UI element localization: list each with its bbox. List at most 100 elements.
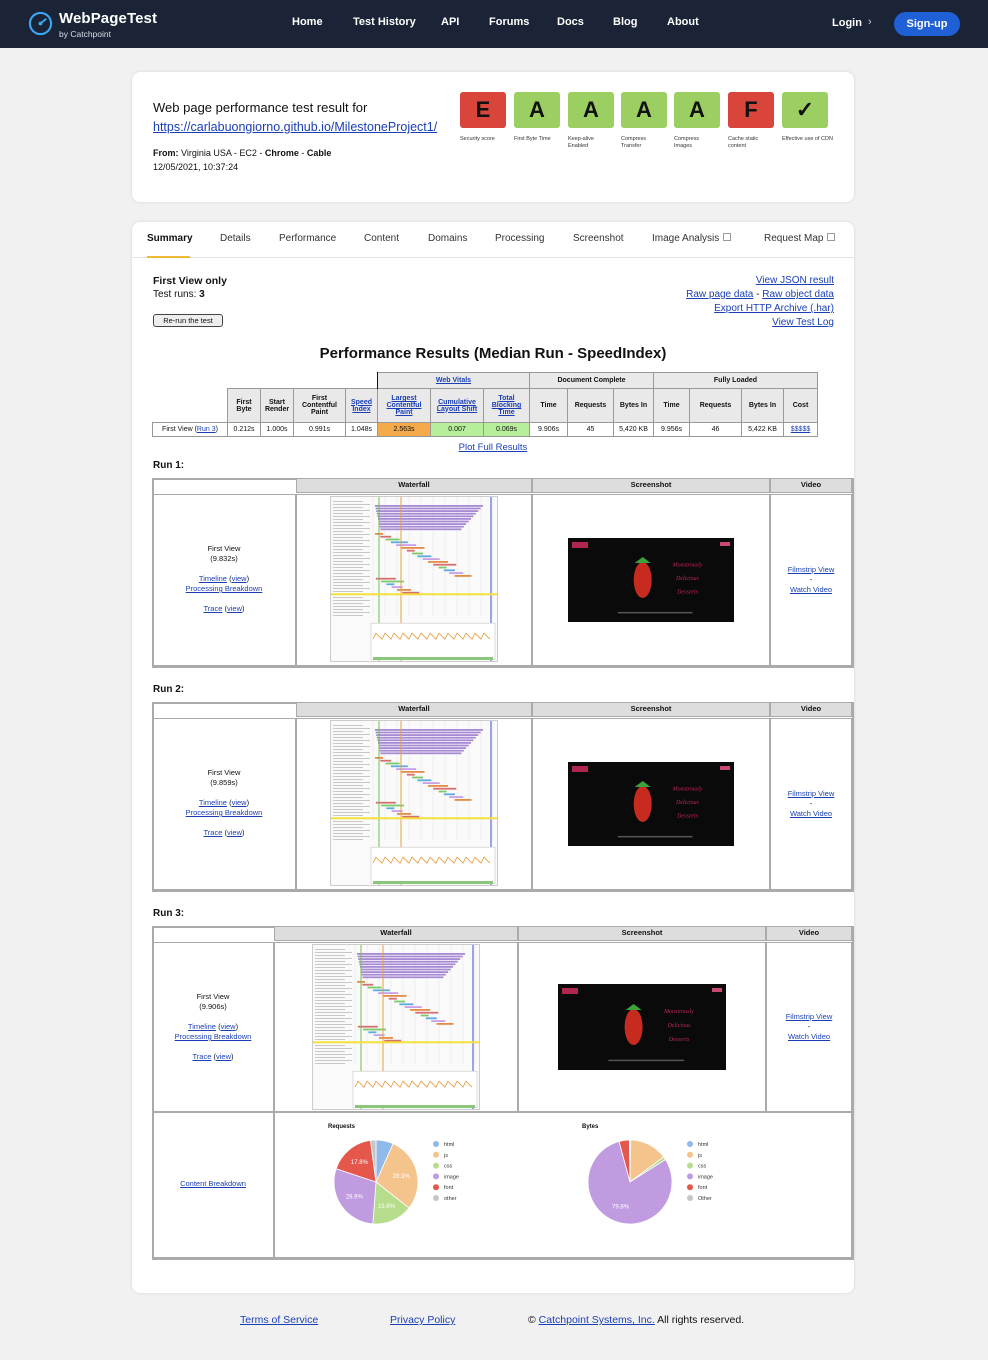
- tab-performance[interactable]: Performance: [279, 233, 336, 244]
- cost-link[interactable]: $$$$$: [791, 426, 810, 433]
- tab-image-analysis[interactable]: Image Analysis: [652, 233, 732, 244]
- screenshot-header: Screenshot: [532, 702, 770, 717]
- grade-cache-static[interactable]: F: [728, 92, 774, 128]
- waterfall-thumbnail[interactable]: [330, 720, 498, 886]
- tested-url-link[interactable]: https://carlabuongiorno.github.io/Milest…: [153, 120, 437, 134]
- tab-screenshot[interactable]: Screenshot: [573, 233, 624, 244]
- waterfall-bar: [361, 973, 446, 976]
- tab-details[interactable]: Details: [220, 233, 251, 244]
- waterfall-thumbnail[interactable]: [330, 496, 498, 662]
- tbt-link[interactable]: Total Blocking Time: [492, 395, 522, 416]
- waterfall-url-line: [315, 988, 352, 989]
- brand-name[interactable]: WebPageTest: [59, 10, 157, 27]
- col-cls: Cumulative Layout Shift: [430, 388, 484, 423]
- timeline-link[interactable]: Timeline: [199, 574, 227, 583]
- nav-forums[interactable]: Forums: [489, 16, 529, 28]
- waterfall-bar: [412, 776, 424, 779]
- watch-video-link[interactable]: Watch Video: [790, 585, 832, 594]
- tab-domains[interactable]: Domains: [428, 233, 467, 244]
- export-har-link[interactable]: Export HTTP Archive (.har): [714, 303, 834, 314]
- cls-link[interactable]: Cumulative Layout Shift: [437, 399, 477, 413]
- screenshot-thumbnail[interactable]: Monstrously Delicious Desserts: [568, 762, 734, 846]
- waterfall-url-line: [315, 1021, 345, 1022]
- trace-link[interactable]: Trace: [203, 604, 222, 613]
- tab-request-map[interactable]: Request Map: [764, 233, 836, 244]
- processing-breakdown-link[interactable]: Processing Breakdown: [175, 1032, 252, 1041]
- watch-video-link[interactable]: Watch Video: [788, 1032, 830, 1041]
- waterfall-url-line: [333, 615, 363, 616]
- grade-security[interactable]: E: [460, 92, 506, 128]
- grade-keep-alive[interactable]: A: [568, 92, 614, 128]
- grade-cdn[interactable]: ✓: [782, 92, 828, 128]
- login-link[interactable]: Login: [832, 17, 862, 29]
- nav-docs[interactable]: Docs: [557, 16, 584, 28]
- grade-first-byte[interactable]: A: [514, 92, 560, 128]
- val-first-byte: 0.212s: [227, 422, 261, 437]
- trace-link[interactable]: Trace: [192, 1052, 211, 1061]
- empty-cell: [228, 373, 261, 389]
- waterfall-url-line: [333, 546, 370, 547]
- row-label: First View (Run 3): [152, 422, 228, 437]
- grade-compress-transfer[interactable]: A: [621, 92, 667, 128]
- waterfall-graph-box: [370, 622, 496, 660]
- waterfall-thumbnail[interactable]: [312, 944, 480, 1110]
- strawberry-image: [633, 562, 652, 598]
- tab-content[interactable]: Content: [364, 233, 399, 244]
- speed-index-link[interactable]: Speed Index: [351, 399, 372, 413]
- waterfall-url-line: [315, 1033, 345, 1034]
- run-3-link[interactable]: Run 3: [197, 426, 216, 433]
- raw-object-data-link[interactable]: Raw object data: [762, 289, 834, 300]
- trace-view-link[interactable]: view: [227, 828, 242, 837]
- watch-video-link[interactable]: Watch Video: [790, 809, 832, 818]
- filmstrip-view-link[interactable]: Filmstrip View: [786, 1012, 833, 1021]
- signup-button[interactable]: Sign-up: [894, 12, 960, 36]
- tab-processing[interactable]: Processing: [495, 233, 544, 244]
- nav-blog[interactable]: Blog: [613, 16, 637, 28]
- result-header-card: Web page performance test result for htt…: [132, 72, 854, 202]
- nav-test-history[interactable]: Test History: [353, 16, 416, 28]
- trace-link[interactable]: Trace: [203, 828, 222, 837]
- trace-view-link[interactable]: view: [216, 1052, 231, 1061]
- lcp-link[interactable]: Largest Contentful Paint: [387, 395, 422, 416]
- timeline-view-link[interactable]: view: [221, 1022, 236, 1031]
- page-screenshot: Monstrously Delicious Desserts: [558, 984, 726, 1070]
- timeline-link[interactable]: Timeline: [199, 798, 227, 807]
- processing-breakdown-link[interactable]: Processing Breakdown: [186, 584, 263, 593]
- timeline-view-link[interactable]: view: [232, 574, 247, 583]
- waterfall-highlight-band: [331, 593, 497, 596]
- trace-view-link[interactable]: view: [227, 604, 242, 613]
- web-vitals-link[interactable]: Web Vitals: [436, 377, 471, 384]
- waterfall-url-line: [315, 970, 352, 971]
- timeline-view-link[interactable]: view: [232, 798, 247, 807]
- rerun-test-button[interactable]: Re-run the test: [153, 314, 223, 327]
- grade-label: First Byte Time: [514, 136, 551, 142]
- tab-summary[interactable]: Summary: [147, 233, 193, 244]
- nav-about[interactable]: About: [667, 16, 699, 28]
- legend-swatch-font: [687, 1184, 693, 1191]
- waterfall-url-line: [333, 794, 370, 795]
- nav-home[interactable]: Home: [292, 16, 323, 28]
- run-label: Run 3:: [153, 908, 185, 919]
- tab-label: Request Map: [764, 233, 824, 244]
- raw-page-data-link[interactable]: Raw page data: [686, 289, 753, 300]
- filmstrip-view-link[interactable]: Filmstrip View: [788, 789, 835, 798]
- legend-swatch-js: [687, 1151, 693, 1158]
- timeline-link[interactable]: Timeline: [188, 1022, 216, 1031]
- webpagetest-logo-icon[interactable]: [28, 11, 53, 36]
- screenshot-thumbnail[interactable]: Monstrously Delicious Desserts: [558, 984, 726, 1070]
- screenshot-thumbnail[interactable]: Monstrously Delicious Desserts: [568, 538, 734, 622]
- content-breakdown-link[interactable]: Content Breakdown: [180, 1179, 246, 1188]
- nav-api[interactable]: API: [441, 16, 459, 28]
- waterfall-bar: [443, 569, 455, 572]
- grade-compress-images[interactable]: A: [674, 92, 720, 128]
- plot-full-results-link[interactable]: Plot Full Results: [459, 442, 528, 453]
- company-link[interactable]: Catchpoint Systems, Inc.: [539, 1314, 655, 1326]
- privacy-link[interactable]: Privacy Policy: [390, 1314, 455, 1326]
- view-json-link[interactable]: View JSON result: [756, 275, 834, 286]
- waterfall-bar: [390, 541, 408, 544]
- view-test-log-link[interactable]: View Test Log: [772, 317, 834, 328]
- processing-breakdown-link[interactable]: Processing Breakdown: [186, 808, 263, 817]
- waterfall-url-line: [315, 1039, 345, 1040]
- filmstrip-view-link[interactable]: Filmstrip View: [788, 565, 835, 574]
- terms-link[interactable]: Terms of Service: [240, 1314, 318, 1326]
